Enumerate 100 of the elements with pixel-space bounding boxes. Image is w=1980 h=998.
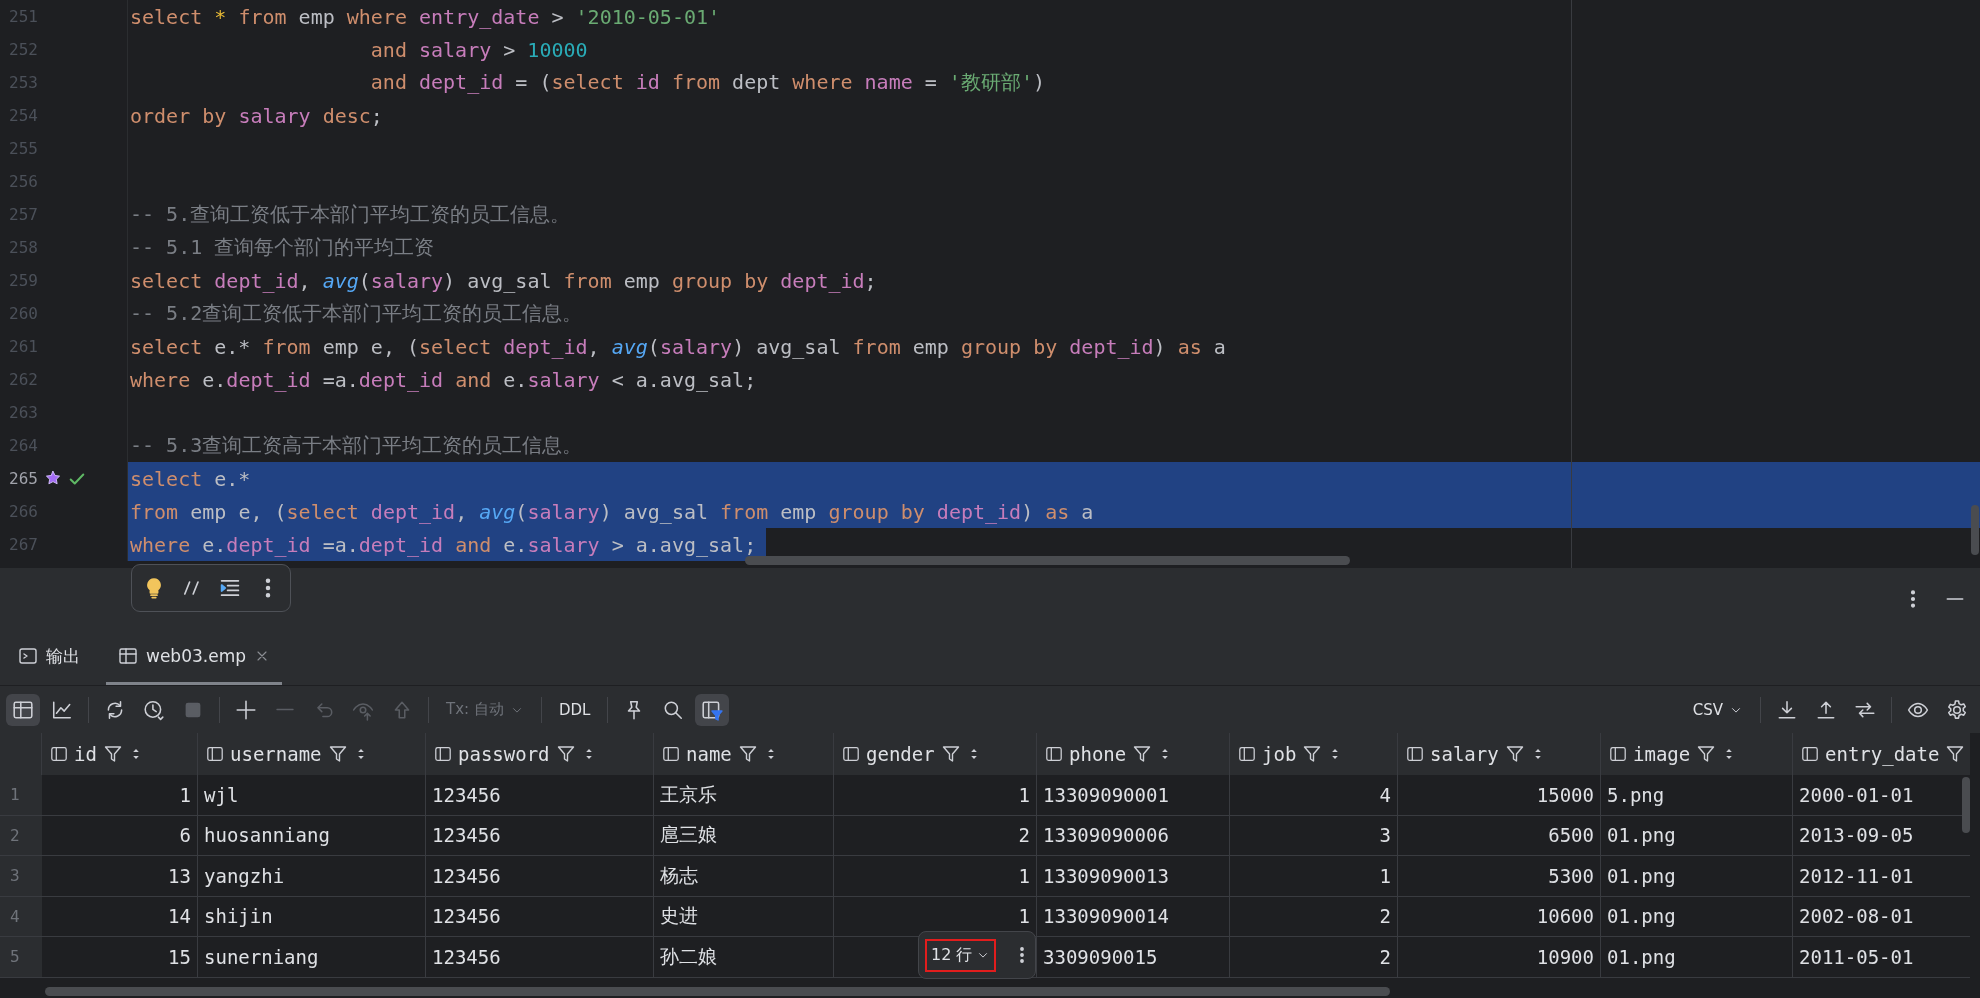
table-cell: 15000 — [1398, 775, 1601, 816]
table-cell: 史进 — [654, 896, 834, 937]
code-line: -- 5.1 查询每个部门的平均工资 — [130, 234, 435, 261]
column-icon — [842, 745, 860, 763]
code-line: select * from emp where entry_date > '2010-05-01' — [130, 4, 721, 29]
table-button[interactable] — [6, 693, 40, 726]
filter-icon[interactable] — [737, 744, 758, 764]
console-icon — [18, 646, 38, 666]
column-header[interactable]: id — [74, 743, 97, 765]
table-cell: 2 — [834, 815, 1037, 856]
column-header[interactable]: salary — [1430, 743, 1499, 765]
panel-tab[interactable]: 输出 — [6, 630, 92, 685]
column-icon — [434, 745, 452, 763]
table-cell: 14 — [42, 896, 198, 937]
table-cell: 孙二娘 — [654, 937, 834, 978]
table-cell: 1 — [834, 856, 1037, 897]
text-button[interactable]: DDL — [550, 694, 599, 725]
column-icon — [1045, 745, 1063, 763]
row-number: 3 — [0, 856, 42, 897]
table-cell: 123456 — [426, 856, 654, 897]
column-header[interactable]: image — [1633, 743, 1691, 765]
table-cell: 5300 — [1398, 856, 1601, 897]
column-icon — [662, 745, 680, 763]
table-cell: 13 — [42, 856, 198, 897]
table-cell: 2011-05-01 — [1793, 937, 1970, 978]
filter-icon[interactable] — [555, 744, 576, 764]
table-cell: 3309090015 — [1037, 937, 1230, 978]
code-line: and dept_id = (select id from dept where name = '教研部') — [369, 69, 1045, 96]
code-line: -- 5.2查询工资低于本部门平均工资的员工信息。 — [130, 300, 583, 327]
column-header[interactable]: name — [686, 743, 732, 765]
column-header[interactable]: job — [1262, 743, 1297, 765]
filter-icon[interactable] — [1132, 744, 1153, 764]
line-number: 265 — [8, 469, 38, 488]
table-cell: 13309090014 — [1037, 896, 1230, 937]
table-cell: 2012-11-01 — [1793, 856, 1970, 897]
code-line: where e.dept_id =a.dept_id and e.salary < a.avg_sal; — [130, 367, 757, 392]
column-icon — [50, 745, 68, 763]
filter-icon[interactable] — [102, 744, 123, 764]
column-header[interactable]: entry_date — [1825, 743, 1940, 765]
table-cell: 1 — [1230, 856, 1398, 897]
column-header[interactable]: username — [230, 743, 322, 765]
filter-icon[interactable] — [1302, 744, 1323, 764]
filter-icon[interactable] — [1696, 744, 1717, 764]
filter-icon[interactable] — [940, 744, 961, 764]
table-cell: 01.png — [1601, 937, 1793, 978]
code-line: select e.* — [130, 466, 251, 491]
table-cell: 123456 — [426, 775, 654, 816]
table-cell: 01.png — [1601, 815, 1793, 856]
column-header[interactable]: gender — [866, 743, 935, 765]
plus-icon — [235, 698, 257, 721]
column-icon — [1609, 745, 1627, 763]
filter-icon[interactable] — [1945, 744, 1966, 764]
dropdown-button[interactable]: CSV — [1684, 694, 1751, 725]
code-line: -- 5.3查询工资高于本部门平均工资的员工信息。 — [130, 432, 583, 459]
code-line: order by salary desc; — [130, 103, 383, 128]
column-icon — [1238, 745, 1256, 763]
filter-table-button[interactable] — [695, 693, 730, 726]
table-cell: 123456 — [426, 815, 654, 856]
column-header[interactable]: phone — [1069, 743, 1127, 765]
clock-icon — [143, 698, 165, 721]
table-cell: 13309090013 — [1037, 856, 1230, 897]
table-cell: 6500 — [1398, 815, 1601, 856]
table-cell: 4 — [1230, 775, 1398, 816]
table-cell: 13309090006 — [1037, 815, 1230, 856]
table-cell: 杨志 — [654, 856, 834, 897]
table-cell: shijin — [198, 896, 426, 937]
settings-icon — [1946, 698, 1968, 721]
table-cell: 5.png — [1601, 775, 1793, 816]
horizontal-scrollbar[interactable] — [45, 987, 1390, 996]
table-cell: 10600 — [1398, 896, 1601, 937]
table-cell: 15 — [42, 937, 198, 978]
table-cell: 2 — [1230, 937, 1398, 978]
table-cell: 1 — [834, 775, 1037, 816]
table-cell: 2 — [1230, 896, 1398, 937]
table-cell: 123456 — [426, 937, 654, 978]
code-line: from emp e, (select dept_id, avg(salary) avg_sal from emp group by dept_id) as a — [130, 499, 1094, 524]
table-cell: 01.png — [1601, 856, 1793, 897]
table-icon — [118, 646, 138, 666]
row-count-dropdown[interactable]: 12 行 — [925, 938, 997, 972]
vertical-scrollbar[interactable] — [1971, 505, 1979, 555]
table-cell: huosanniang — [198, 815, 426, 856]
table-cell: sunerniang — [198, 937, 426, 978]
minus-icon — [274, 708, 296, 711]
table-cell: 10900 — [1398, 937, 1601, 978]
table-cell: 01.png — [1601, 896, 1793, 937]
column-icon — [1801, 745, 1819, 763]
row-number: 2 — [0, 815, 42, 856]
table-cell: 3 — [1230, 815, 1398, 856]
column-header[interactable]: password — [458, 743, 550, 765]
horizontal-scrollbar[interactable] — [745, 556, 1350, 565]
filter-icon[interactable] — [1504, 744, 1525, 764]
vertical-scrollbar[interactable] — [1962, 777, 1970, 833]
table-cell: wjl — [198, 775, 426, 816]
table-cell: 王京乐 — [654, 775, 834, 816]
code-line: select e.* from emp e, (select dept_id, avg(salary) avg_sal from emp group by dept_id) as a — [130, 334, 1226, 359]
row-number: 1 — [0, 775, 42, 816]
table-cell: yangzhi — [198, 856, 426, 897]
filter-icon[interactable] — [327, 744, 348, 764]
table-cell: 2002-08-01 — [1793, 896, 1970, 937]
code-line: where e.dept_id =a.dept_id and e.salary > a.avg_sal; — [130, 532, 757, 557]
